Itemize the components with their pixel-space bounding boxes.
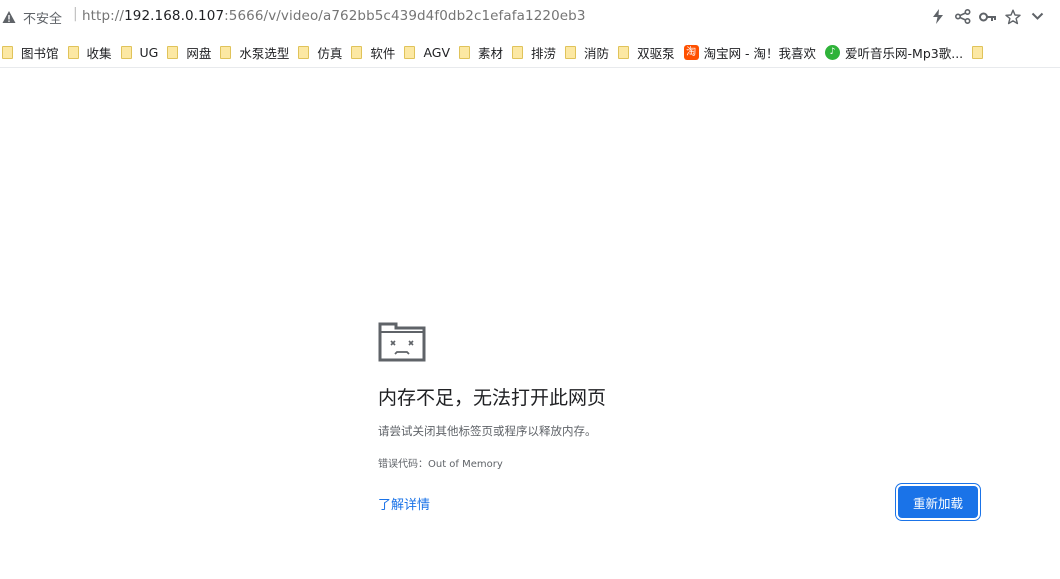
learn-more-link[interactable]: 了解详情: [378, 494, 430, 513]
bookmark-folder[interactable]: 仿真: [296, 38, 349, 66]
url-host: 192.168.0.107: [124, 8, 225, 24]
folder-icon: [618, 45, 630, 59]
bookmark-folder[interactable]: 网盘: [165, 38, 218, 66]
bookmark-label: 淘宝网 - 淘！我喜欢: [703, 45, 817, 61]
bookmarks-bar: 图书馆 收集 UG 网盘 水泵选型 仿真 软件 AGV 素材 排涝 消防 双驱泵…: [0, 38, 1060, 66]
lightning-icon[interactable]: [929, 8, 946, 25]
error-code-label: 错误代码：: [378, 459, 428, 470]
bookmark-label: 素材: [478, 45, 504, 61]
bookmark-folder[interactable]: 图书馆: [0, 38, 66, 66]
bookmark-folder[interactable]: AGV: [402, 38, 457, 66]
error-title: 内存不足，无法打开此网页: [378, 387, 607, 409]
sad-tab-icon: [378, 322, 426, 362]
bookmark-label: 软件: [370, 45, 396, 61]
bookmark-label: 网盘: [186, 45, 212, 61]
reload-button[interactable]: 重新加载: [898, 486, 978, 518]
taobao-icon: 淘: [683, 44, 699, 60]
address-bar[interactable]: 不安全 | http://192.168.0.107:5666/v/video/…: [0, 0, 1060, 34]
bookmark-link[interactable]: ♪ 爱听音乐网-Mp3歌...: [823, 38, 970, 66]
bookmark-folder[interactable]: 水泵选型: [218, 38, 296, 66]
bookmark-label: 双驱泵: [637, 45, 675, 61]
error-code-value: Out of Memory: [428, 459, 503, 470]
key-icon[interactable]: [979, 8, 996, 25]
bookmark-label: 收集: [86, 45, 112, 61]
security-label[interactable]: 不安全: [23, 8, 62, 27]
bookmark-folder[interactable]: 软件: [349, 38, 402, 66]
folder-icon: [512, 45, 524, 59]
bookmark-folder[interactable]: [970, 38, 998, 66]
warning-icon[interactable]: [2, 10, 16, 24]
folder-icon: [459, 45, 471, 59]
bookmark-label: AGV: [423, 44, 451, 60]
share-icon[interactable]: [954, 8, 971, 25]
bookmark-label: 图书馆: [21, 45, 59, 61]
folder-icon: [298, 45, 310, 59]
url-path: :5666/v/video/a762bb5c439d4f0db2c1efafa1…: [224, 8, 586, 24]
bookmark-label: 排涝: [531, 45, 557, 61]
bookmark-label: 水泵选型: [239, 45, 290, 61]
url-separator: |: [73, 6, 78, 22]
url-text[interactable]: http://192.168.0.107:5666/v/video/a762bb…: [82, 8, 586, 24]
folder-icon: [351, 45, 363, 59]
bookmark-label: 爱听音乐网-Mp3歌...: [845, 45, 964, 61]
folder-icon: [2, 45, 13, 59]
bookmark-folder[interactable]: 双驱泵: [616, 38, 682, 66]
folder-icon: [565, 45, 577, 59]
bookmark-folder[interactable]: 消防: [563, 38, 616, 66]
bookmark-label: 消防: [584, 45, 610, 61]
folder-icon: [120, 45, 132, 59]
bookmark-label: 仿真: [317, 45, 343, 61]
bookmark-folder[interactable]: 排涝: [510, 38, 563, 66]
chevron-down-icon[interactable]: [1029, 8, 1046, 25]
folder-icon: [167, 45, 179, 59]
toolbar-divider: [0, 67, 1060, 68]
folder-icon: [404, 45, 416, 59]
folder-icon: [67, 45, 79, 59]
bookmark-folder[interactable]: 素材: [457, 38, 510, 66]
error-hint: 请尝试关闭其他标签页或程序以释放内存。: [378, 424, 597, 438]
url-scheme: http://: [82, 8, 125, 24]
star-icon[interactable]: [1004, 8, 1021, 25]
bookmark-link[interactable]: 淘淘宝网 - 淘！我喜欢: [682, 38, 823, 66]
folder-icon: [220, 45, 232, 59]
address-bar-actions: [929, 8, 1046, 25]
bookmark-label: UG: [139, 44, 159, 60]
bookmark-folder[interactable]: 收集: [66, 38, 119, 66]
music-icon: ♪: [825, 44, 841, 60]
bookmark-folder[interactable]: UG: [119, 38, 166, 66]
error-code: 错误代码：Out of Memory: [378, 455, 503, 470]
folder-icon: [972, 45, 984, 59]
